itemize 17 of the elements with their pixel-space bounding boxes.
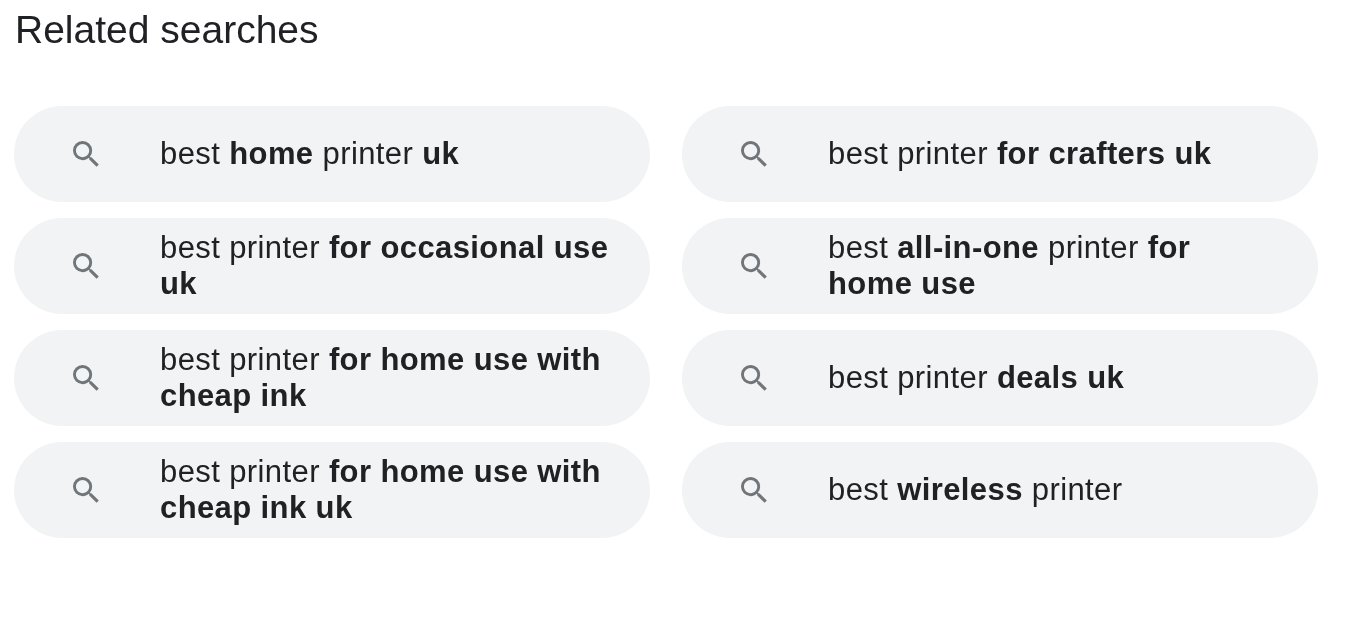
related-search-chip[interactable]: best wireless printer — [682, 442, 1318, 538]
search-icon — [741, 252, 768, 280]
search-icon — [741, 476, 768, 504]
search-icon — [741, 364, 768, 392]
search-icon — [73, 364, 100, 392]
search-icon — [741, 140, 768, 168]
related-search-chip[interactable]: best printer for home use with cheap ink — [14, 330, 650, 426]
related-search-chip[interactable]: best printer for crafters uk — [682, 106, 1318, 202]
related-search-chip[interactable]: best printer deals uk — [682, 330, 1318, 426]
search-icon — [73, 252, 100, 280]
related-search-chip[interactable]: best printer for occasional use uk — [14, 218, 650, 314]
related-search-chip[interactable]: best printer for home use with cheap ink uk — [14, 442, 650, 538]
search-icon — [73, 140, 100, 168]
search-icon — [73, 476, 100, 504]
related-search-chip[interactable]: best home printer uk — [14, 106, 650, 202]
section-heading: Related searches — [14, 7, 319, 53]
related-search-chip[interactable]: best all-in-one printer for home use — [682, 218, 1318, 314]
